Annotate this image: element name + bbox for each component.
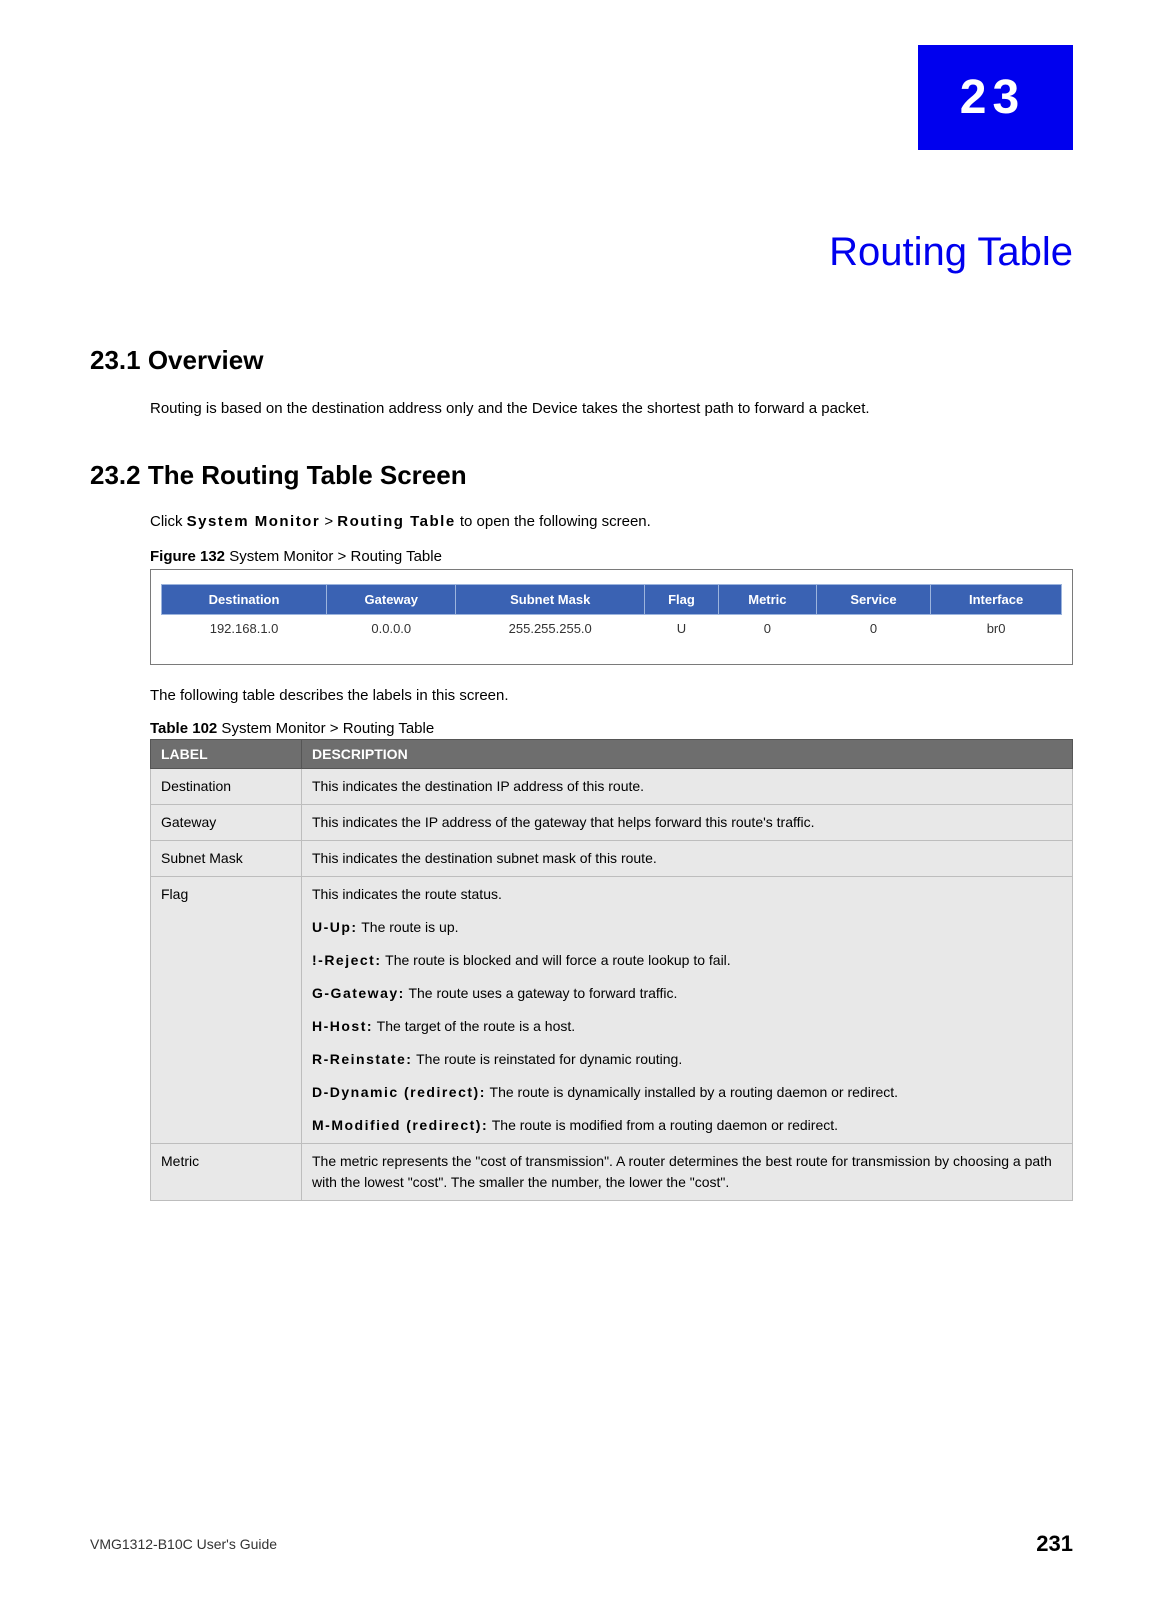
click-pre: Click <box>150 513 187 530</box>
flag-u-text: The route is up. <box>358 919 459 935</box>
row-metric: Metric The metric represents the "cost o… <box>151 1143 1073 1200</box>
col-subnet-mask: Subnet Mask <box>456 584 645 614</box>
col-gateway: Gateway <box>327 584 456 614</box>
flag-m: M-Modified (redirect): The route is modi… <box>312 1115 1062 1136</box>
flag-r-text: The route is reinstated for dynamic rout… <box>412 1051 682 1067</box>
table-caption: Table 102 System Monitor > Routing Table <box>150 720 1073 737</box>
flag-u-label: U-Up: <box>312 919 358 935</box>
flag-m-text: The route is modified from a routing dae… <box>488 1117 838 1133</box>
flag-intro: This indicates the route status. <box>312 884 1062 905</box>
col-flag: Flag <box>645 584 719 614</box>
flag-d-text: The route is dynamically installed by a … <box>486 1084 898 1100</box>
cell-service: 0 <box>816 614 930 642</box>
flag-reject-text: The route is blocked and will force a ro… <box>382 952 731 968</box>
col-service: Service <box>816 584 930 614</box>
cell-metric: 0 <box>718 614 816 642</box>
cell-flag: U <box>645 614 719 642</box>
footer: VMG1312-B10C User's Guide 231 <box>90 1531 1073 1557</box>
label-subnet: Subnet Mask <box>151 840 302 876</box>
row-subnet: Subnet Mask This indicates the destinati… <box>151 840 1073 876</box>
figure-screenshot: Destination Gateway Subnet Mask Flag Met… <box>150 569 1073 665</box>
flag-h-text: The target of the route is a host. <box>373 1018 575 1034</box>
flag-d-label: D-Dynamic (redirect): <box>312 1084 486 1100</box>
desc-subnet: This indicates the destination subnet ma… <box>302 840 1073 876</box>
click-instruction: Click System Monitor > Routing Table to … <box>150 513 1073 530</box>
table-label: Table 102 <box>150 720 217 737</box>
figure-title: System Monitor > Routing Table <box>225 548 442 565</box>
figure-label: Figure 132 <box>150 548 225 565</box>
desc-metric: The metric represents the "cost of trans… <box>302 1143 1073 1200</box>
flag-g-text: The route uses a gateway to forward traf… <box>405 985 678 1001</box>
label-gateway: Gateway <box>151 804 302 840</box>
chapter-number: 23 <box>960 70 1025 125</box>
flag-h-label: H-Host: <box>312 1018 373 1034</box>
flag-g-label: G-Gateway: <box>312 985 405 1001</box>
desc-flag: This indicates the route status. U-Up: T… <box>302 876 1073 1143</box>
header-description: DESCRIPTION <box>302 739 1073 768</box>
label-destination: Destination <box>151 768 302 804</box>
table-intro: The following table describes the labels… <box>150 687 1073 704</box>
flag-g: G-Gateway: The route uses a gateway to f… <box>312 983 1062 1004</box>
click-mid: > <box>320 513 337 530</box>
figure-caption: Figure 132 System Monitor > Routing Tabl… <box>150 548 1073 565</box>
col-interface: Interface <box>931 584 1062 614</box>
overview-text: Routing is based on the destination addr… <box>150 398 1073 420</box>
desc-destination: This indicates the destination IP addres… <box>302 768 1073 804</box>
col-destination: Destination <box>162 584 327 614</box>
page: 23 Routing Table 23.1 Overview Routing i… <box>0 0 1163 1597</box>
footer-page-number: 231 <box>1036 1531 1073 1557</box>
desc-header-row: LABEL DESCRIPTION <box>151 739 1073 768</box>
flag-r-label: R-Reinstate: <box>312 1051 412 1067</box>
row-destination: Destination This indicates the destinati… <box>151 768 1073 804</box>
cell-destination: 192.168.1.0 <box>162 614 327 642</box>
flag-reject: !-Reject: The route is blocked and will … <box>312 950 1062 971</box>
label-metric: Metric <box>151 1143 302 1200</box>
flag-r: R-Reinstate: The route is reinstated for… <box>312 1049 1062 1070</box>
click-bold-2: Routing Table <box>337 513 455 530</box>
flag-m-label: M-Modified (redirect): <box>312 1117 488 1133</box>
desc-gateway: This indicates the IP address of the gat… <box>302 804 1073 840</box>
header-label: LABEL <box>151 739 302 768</box>
col-metric: Metric <box>718 584 816 614</box>
click-bold-1: System Monitor <box>187 513 321 530</box>
flag-reject-label: !-Reject: <box>312 952 382 968</box>
chapter-title: Routing Table <box>90 230 1073 275</box>
routing-header-row: Destination Gateway Subnet Mask Flag Met… <box>162 584 1062 614</box>
cell-interface: br0 <box>931 614 1062 642</box>
footer-guide-name: VMG1312-B10C User's Guide <box>90 1536 277 1552</box>
row-gateway: Gateway This indicates the IP address of… <box>151 804 1073 840</box>
description-table: LABEL DESCRIPTION Destination This indic… <box>150 739 1073 1201</box>
click-post: to open the following screen. <box>456 513 651 530</box>
flag-u: U-Up: The route is up. <box>312 917 1062 938</box>
section-screen-heading: 23.2 The Routing Table Screen <box>90 460 1073 491</box>
flag-d: D-Dynamic (redirect): The route is dynam… <box>312 1082 1062 1103</box>
routing-data-row: 192.168.1.0 0.0.0.0 255.255.255.0 U 0 0 … <box>162 614 1062 642</box>
table-title: System Monitor > Routing Table <box>217 720 434 737</box>
label-flag: Flag <box>151 876 302 1143</box>
chapter-number-tab: 23 <box>918 45 1073 150</box>
section-overview-heading: 23.1 Overview <box>90 345 1073 376</box>
row-flag: Flag This indicates the route status. U-… <box>151 876 1073 1143</box>
cell-gateway: 0.0.0.0 <box>327 614 456 642</box>
routing-table: Destination Gateway Subnet Mask Flag Met… <box>161 584 1062 642</box>
flag-h: H-Host: The target of the route is a hos… <box>312 1016 1062 1037</box>
cell-subnet-mask: 255.255.255.0 <box>456 614 645 642</box>
